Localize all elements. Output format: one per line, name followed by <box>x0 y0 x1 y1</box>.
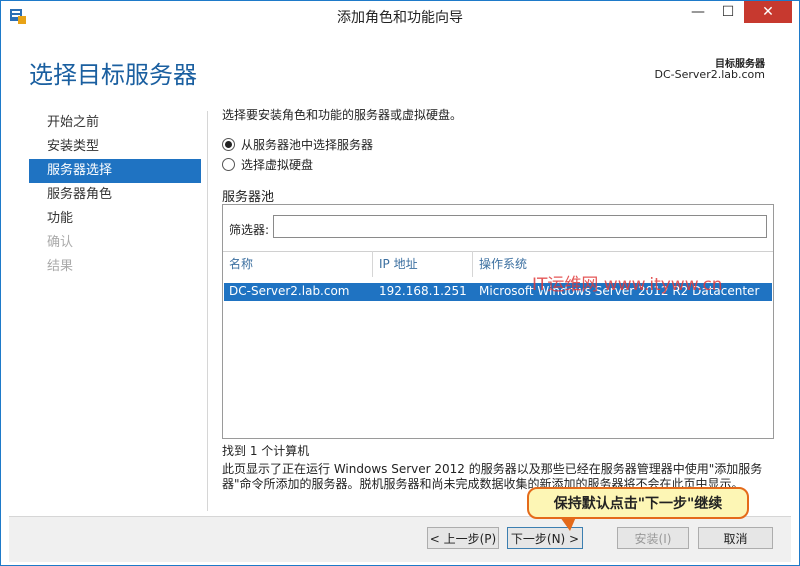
option-virtual-disk-label: 选择虚拟硬盘 <box>241 158 314 172</box>
install-button: 安装(I) <box>617 527 689 549</box>
close-button[interactable]: ✕ <box>744 1 792 23</box>
cell-ip: 192.168.1.251 <box>379 284 467 298</box>
intro-text: 选择要安装角色和功能的服务器或虚拟硬盘。 <box>222 108 463 122</box>
callout-annotation: 保持默认点击"下一步"继续 <box>527 487 749 519</box>
title-bar: 添加角色和功能向导 — ☐ ✕ <box>1 1 799 31</box>
wizard-nav: 开始之前 安装类型 服务器选择 服务器角色 功能 确认 结果 <box>29 111 201 279</box>
option-server-pool-label: 从服务器池中选择服务器 <box>241 138 374 152</box>
nav-item-before-you-begin[interactable]: 开始之前 <box>29 111 201 135</box>
callout-pointer <box>560 517 576 531</box>
server-pool-title: 服务器池 <box>222 190 275 205</box>
previous-button[interactable]: < 上一步(P) <box>427 527 499 549</box>
option-virtual-disk[interactable]: 选择虚拟硬盘 <box>222 156 313 173</box>
cancel-button[interactable]: 取消 <box>698 527 773 549</box>
radio-unchecked-icon[interactable] <box>222 158 235 171</box>
cell-name: DC-Server2.lab.com <box>229 284 350 298</box>
nav-item-confirmation: 确认 <box>47 235 74 250</box>
option-server-pool[interactable]: 从服务器池中选择服务器 <box>222 136 373 153</box>
nav-divider <box>207 111 208 511</box>
found-count: 找到 1 个计算机 <box>222 444 310 458</box>
target-server-value: DC-Server2.lab.com <box>654 68 765 81</box>
window-title: 添加角色和功能向导 <box>337 10 463 26</box>
nav-item-server-selection[interactable]: 服务器选择 <box>29 159 201 183</box>
filter-row: 筛选器: <box>223 205 773 252</box>
column-header-ip[interactable]: IP 地址 <box>373 251 473 277</box>
filter-label: 筛选器: <box>229 223 270 237</box>
server-pool-list: 筛选器: 名称 IP 地址 操作系统 DC-Server2.lab.com 19… <box>222 204 774 439</box>
filter-input[interactable] <box>273 215 767 238</box>
nav-item-results: 结果 <box>47 259 74 274</box>
watermark-text: IT运维网 www.ityww.cn <box>532 275 723 295</box>
radio-checked-icon[interactable] <box>222 138 235 151</box>
column-header-name[interactable]: 名称 <box>223 251 373 277</box>
page-title: 选择目标服务器 <box>29 61 197 89</box>
maximize-button[interactable]: ☐ <box>713 1 743 23</box>
nav-item-installation-type[interactable]: 安装类型 <box>29 135 201 159</box>
nav-item-server-roles[interactable]: 服务器角色 <box>29 183 201 207</box>
wizard-footer: < 上一步(P) 下一步(N) > 安装(I) 取消 <box>9 517 791 562</box>
minimize-button[interactable]: — <box>683 1 713 23</box>
nav-item-features[interactable]: 功能 <box>29 207 201 231</box>
